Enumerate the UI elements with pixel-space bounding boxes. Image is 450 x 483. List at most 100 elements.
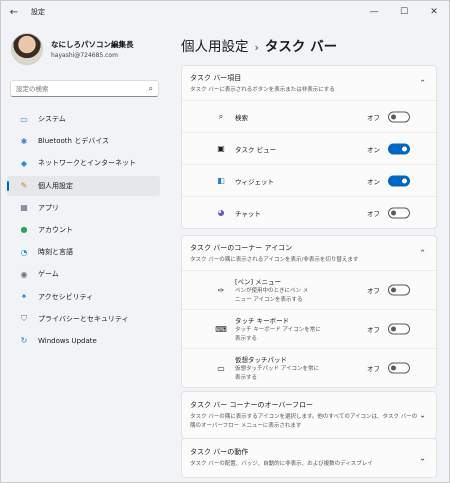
gamepad-icon: ◉ <box>20 269 28 279</box>
setting-row-touch-keyboard: ⌨ タッチ キーボード タッチ キーボード アイコンを常に 表示する オフ <box>182 309 436 348</box>
nav-label: システム <box>38 115 66 123</box>
toggle-state: オン <box>367 145 380 154</box>
monitor-icon: ▭ <box>20 114 28 124</box>
setting-description: 表示する <box>235 375 258 381</box>
chat-icon: ◕ <box>217 208 225 217</box>
avatar <box>11 33 43 65</box>
widgets-toggle[interactable] <box>388 175 410 186</box>
setting-label: 仮想タッチパッド <box>235 356 287 364</box>
nav-label: Bluetooth とデバイス <box>38 137 109 146</box>
pen-menu-toggle[interactable] <box>388 284 410 296</box>
corner-overflow-section[interactable]: タスク バー コーナーのオーバーフロー タスク バーの隅に表示するアイコンを選択… <box>181 391 437 439</box>
chevron-down-icon: ⌄ <box>419 410 426 420</box>
widgets-icon: ◧ <box>217 176 225 185</box>
chevron-up-icon: ⌃ <box>419 78 426 88</box>
nav-label: ネットワークとインターネット <box>38 159 136 168</box>
toggle-state: オフ <box>367 287 380 295</box>
search-box: ⌕ <box>10 80 159 97</box>
shield-icon: ⛉ <box>21 313 27 323</box>
nav-item-accessibility[interactable]: ✦ アクセシビリティ <box>7 287 160 307</box>
chat-toggle[interactable] <box>388 207 410 218</box>
user-profile[interactable]: なにしろパソコン編集長 hayashi@724685.com <box>11 33 134 65</box>
nav-item-accounts[interactable]: ● アカウント <box>7 220 160 240</box>
nav-item-time-language[interactable]: ◔ 時刻と言語 <box>7 242 160 262</box>
nav-item-bluetooth[interactable]: ✱ Bluetooth とデバイス <box>7 131 160 151</box>
chevron-down-icon: ⌄ <box>419 453 426 463</box>
nav-item-personalization[interactable]: ✎ 個人用設定 <box>7 175 160 196</box>
update-icon: ↻ <box>20 336 28 346</box>
breadcrumb-parent[interactable]: 個人用設定 <box>181 39 249 55</box>
nav-item-privacy[interactable]: ⛉ プライバシーとセキュリティ <box>7 309 160 329</box>
section-title: タスク バー コーナーのオーバーフロー <box>190 401 313 409</box>
taskbar-behavior-section[interactable]: タスク バーの動作 タスク バーの配置、バッジ、自動的に非表示、および複数のディ… <box>181 438 437 478</box>
nav-item-system[interactable]: ▭ システム <box>7 109 160 129</box>
section-title: タスク バーの動作 <box>190 448 249 456</box>
touchpad-icon: ▭ <box>217 363 225 373</box>
section-description: タスク バーの隅に表示されるアイコンを表示/非表示を切り替えます <box>190 257 359 263</box>
search-input[interactable] <box>16 84 149 93</box>
maximize-button[interactable]: ☐ <box>389 1 419 23</box>
section-description: タスク バーの隅に表示するアイコンを選択します。他のすべてのアイコンは、タスク … <box>190 414 418 420</box>
section-description: タスク バーに表示されるボタンを表示または非表示にする <box>190 87 335 93</box>
setting-row-chat: ◕ チャット オフ <box>182 196 436 228</box>
setting-row-widgets: ◧ ウィジェット オン <box>182 164 436 196</box>
nav-label: プライバシーとセキュリティ <box>38 314 129 323</box>
nav-label: アプリ <box>38 203 59 212</box>
task-view-toggle[interactable] <box>388 143 410 154</box>
back-button[interactable]: ← <box>1 1 27 23</box>
nav-label: アクセシビリティ <box>38 292 94 301</box>
minimize-button[interactable]: — <box>359 1 389 23</box>
nav-item-network[interactable]: ◆ ネットワークとインターネット <box>7 153 160 173</box>
nav-item-windows-update[interactable]: ↻ Windows Update <box>7 331 160 351</box>
clock-globe-icon: ◔ <box>20 247 28 257</box>
nav-label: Windows Update <box>38 336 97 345</box>
setting-row-virtual-touchpad: ▭ 仮想タッチパッド 仮想タッチパッド アイコンを常に 表示する オフ <box>182 348 436 387</box>
setting-description: ニュー アイコンを表示する <box>235 297 303 303</box>
profile-name: なにしろパソコン編集長 <box>51 40 134 49</box>
virtual-touchpad-toggle[interactable] <box>388 362 410 374</box>
account-icon: ● <box>20 225 28 235</box>
search-icon: ⌕ <box>218 111 224 121</box>
setting-label: タッチ キーボード <box>235 317 290 325</box>
setting-label: チャット <box>235 209 261 218</box>
nav-list: ▭ システム ✱ Bluetooth とデバイス ◆ ネットワークとインターネッ… <box>7 109 160 353</box>
apps-icon: ▦ <box>20 203 28 213</box>
breadcrumb-separator-icon: › <box>254 41 259 54</box>
title-bar: ← 設定 — ☐ ✕ <box>1 1 449 23</box>
pen-icon: ✑ <box>217 285 225 295</box>
setting-label: タスク ビュー <box>235 145 277 154</box>
setting-label: 検索 <box>235 113 248 122</box>
nav-item-gaming[interactable]: ◉ ゲーム <box>7 264 160 284</box>
search-toggle[interactable] <box>388 111 410 122</box>
touch-keyboard-toggle[interactable] <box>388 323 410 335</box>
taskbar-items-header[interactable]: タスク バー項目 タスク バーに表示されるボタンを表示または非表示にする ⌃ <box>182 66 436 100</box>
close-button[interactable]: ✕ <box>419 1 449 23</box>
sidebar: なにしろパソコン編集長 hayashi@724685.com ⌕ ▭ システム … <box>1 23 169 483</box>
setting-label: ウィジェット <box>235 177 274 186</box>
setting-description: 表示する <box>235 336 258 342</box>
brush-icon: ✎ <box>20 181 28 191</box>
main-content: 個人用設定 › タスク バー タスク バー項目 タスク バーに表示されるボタンを表示… <box>181 23 439 483</box>
toggle-state: オフ <box>367 209 380 218</box>
bluetooth-icon: ✱ <box>20 136 28 146</box>
wifi-icon: ◆ <box>20 158 28 168</box>
app-title: 設定 <box>31 8 45 16</box>
breadcrumb: 個人用設定 › タスク バー <box>181 35 337 55</box>
setting-label: [ペン] メニュー <box>235 278 282 286</box>
section-description: 隅のオーバーフロー メニューに表示されます <box>190 423 302 429</box>
corner-icons-header[interactable]: タスク バーのコーナー アイコン タスク バーの隅に表示されるアイコンを表示/非… <box>182 236 436 270</box>
setting-description: ペンが使用中のときにペン メ <box>235 288 309 294</box>
task-view-icon: ▣ <box>217 144 225 153</box>
search-icon[interactable]: ⌕ <box>149 84 153 94</box>
section-title: タスク バーのコーナー アイコン <box>190 244 293 252</box>
accessibility-icon: ✦ <box>20 292 28 301</box>
nav-label: 個人用設定 <box>38 181 73 190</box>
setting-row-task-view: ▣ タスク ビュー オン <box>182 132 436 164</box>
section-title: タスク バー項目 <box>190 74 242 82</box>
nav-item-apps[interactable]: ▦ アプリ <box>7 198 160 218</box>
toggle-state: オフ <box>367 113 380 122</box>
section-description: タスク バーの配置、バッジ、自動的に非表示、および複数のディスプレイ <box>190 461 373 467</box>
nav-label: ゲーム <box>38 270 59 279</box>
setting-row-search: ⌕ 検索 オフ <box>182 100 436 132</box>
setting-row-pen-menu: ✑ [ペン] メニュー ペンが使用中のときにペン メ ニュー アイコンを表示する… <box>182 270 436 309</box>
